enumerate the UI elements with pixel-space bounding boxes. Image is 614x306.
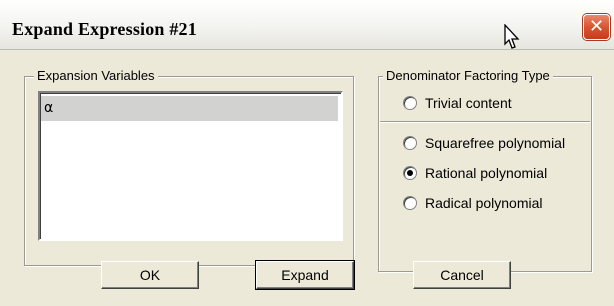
radio-button[interactable]: [403, 96, 417, 110]
radio-radical-polynomial[interactable]: Radical polynomial: [403, 194, 543, 212]
radio-rational-polynomial[interactable]: Rational polynomial: [403, 164, 547, 182]
radio-button[interactable]: [403, 136, 417, 150]
cancel-button[interactable]: Cancel: [413, 261, 511, 289]
list-item[interactable]: α: [41, 96, 338, 121]
expansion-variables-listbox[interactable]: α: [38, 91, 343, 241]
radio-label: Radical polynomial: [425, 195, 543, 211]
radio-button[interactable]: [403, 196, 417, 210]
radio-button[interactable]: [403, 166, 417, 180]
window-title: Expand Expression #21: [12, 19, 197, 39]
radio-trivial-content[interactable]: Trivial content: [403, 94, 512, 112]
radio-label: Rational polynomial: [425, 165, 548, 181]
denominator-factoring-label: Denominator Factoring Type: [383, 68, 553, 84]
expansion-variables-label: Expansion Variables: [34, 68, 158, 84]
dialog-body: Expansion Variables α Denominator Factor…: [0, 51, 614, 306]
radio-label: Trivial content: [425, 95, 512, 111]
mouse-pointer-icon: [504, 24, 520, 49]
expand-expression-dialog: Expand Expression #21 ✕ Expansion Variab…: [0, 0, 614, 306]
title-bar[interactable]: Expand Expression #21 ✕: [0, 0, 614, 50]
expand-button[interactable]: Expand: [255, 260, 355, 290]
denominator-factoring-group: Denominator Factoring Type Trivial conte…: [378, 68, 592, 272]
expansion-variables-group: Expansion Variables α: [24, 68, 354, 266]
divider: [380, 121, 590, 123]
ok-button[interactable]: OK: [101, 261, 199, 289]
radio-squarefree-polynomial[interactable]: Squarefree polynomial: [403, 134, 565, 152]
close-icon[interactable]: ✕: [583, 14, 610, 40]
radio-label: Squarefree polynomial: [425, 135, 566, 151]
